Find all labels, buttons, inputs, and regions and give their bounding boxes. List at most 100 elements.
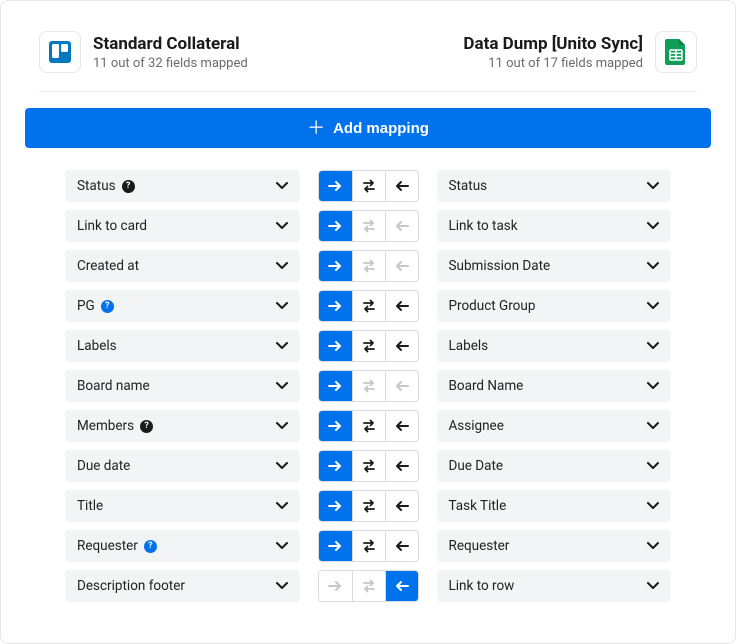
left-field-select[interactable]: Labels	[65, 330, 300, 362]
mapping-row: PG? Product Group	[65, 290, 671, 322]
direction-right-button[interactable]	[319, 491, 352, 521]
right-field-select[interactable]: Status	[437, 170, 672, 202]
direction-right-button[interactable]	[319, 291, 352, 321]
right-field-label: Status	[449, 178, 488, 194]
direction-right-button[interactable]	[319, 411, 352, 441]
left-field-select[interactable]: Due date	[65, 450, 300, 482]
direction-both-button[interactable]	[352, 491, 385, 521]
direction-left-button[interactable]	[385, 491, 418, 521]
chevron-down-icon	[647, 182, 659, 190]
direction-right-button[interactable]	[319, 171, 352, 201]
direction-both-button[interactable]	[352, 531, 385, 561]
right-field-select[interactable]: Link to row	[437, 570, 672, 602]
right-field-select[interactable]: Task Title	[437, 490, 672, 522]
direction-right-button[interactable]	[319, 371, 352, 401]
right-field-select[interactable]: Product Group	[437, 290, 672, 322]
right-field-select[interactable]: Due Date	[437, 450, 672, 482]
direction-toggle	[318, 530, 419, 562]
chevron-down-icon	[647, 342, 659, 350]
chevron-down-icon	[647, 262, 659, 270]
direction-both-button[interactable]	[352, 451, 385, 481]
chevron-down-icon	[647, 302, 659, 310]
direction-left-button[interactable]	[385, 531, 418, 561]
info-badge-icon[interactable]: ?	[122, 180, 135, 193]
right-field-label: Link to task	[449, 218, 518, 234]
info-badge-icon[interactable]: ?	[140, 420, 153, 433]
left-field-select[interactable]: Members?	[65, 410, 300, 442]
mapping-row: Members? Assignee	[65, 410, 671, 442]
chevron-down-icon	[276, 542, 288, 550]
mapping-row: Title Task Title	[65, 490, 671, 522]
left-field-select[interactable]: Requester?	[65, 530, 300, 562]
mapping-row: Requester? Requester	[65, 530, 671, 562]
chevron-down-icon	[276, 382, 288, 390]
direction-left-button	[385, 251, 418, 281]
chevron-down-icon	[647, 542, 659, 550]
right-field-select[interactable]: Assignee	[437, 410, 672, 442]
direction-toggle	[318, 250, 419, 282]
direction-toggle	[318, 410, 419, 442]
info-badge-icon[interactable]: ?	[144, 540, 157, 553]
right-field-label: Assignee	[449, 418, 504, 434]
direction-toggle	[318, 490, 419, 522]
left-tool-title: Standard Collateral	[93, 34, 248, 54]
chevron-down-icon	[647, 222, 659, 230]
direction-left-button[interactable]	[385, 571, 418, 601]
mapping-panel: Standard Collateral 11 out of 32 fields …	[0, 0, 736, 644]
direction-toggle	[318, 370, 419, 402]
right-field-label: Due Date	[449, 458, 504, 474]
divider	[39, 91, 697, 92]
left-field-select[interactable]: Status?	[65, 170, 300, 202]
chevron-down-icon	[647, 382, 659, 390]
direction-left-button[interactable]	[385, 291, 418, 321]
direction-both-button[interactable]	[352, 171, 385, 201]
direction-both-button[interactable]	[352, 331, 385, 361]
left-field-select[interactable]: Board name	[65, 370, 300, 402]
chevron-down-icon	[276, 182, 288, 190]
mapping-row: Created at Submission Date	[65, 250, 671, 282]
add-mapping-button[interactable]: ＋ Add mapping	[25, 108, 711, 148]
chevron-down-icon	[647, 422, 659, 430]
direction-left-button[interactable]	[385, 331, 418, 361]
google-sheets-icon	[655, 31, 697, 73]
direction-toggle	[318, 290, 419, 322]
direction-toggle	[318, 170, 419, 202]
right-tool-subtitle: 11 out of 17 fields mapped	[463, 56, 643, 71]
direction-toggle	[318, 570, 419, 602]
left-field-label: Title	[77, 498, 103, 514]
direction-right-button[interactable]	[319, 451, 352, 481]
direction-right-button[interactable]	[319, 251, 352, 281]
direction-right-button[interactable]	[319, 331, 352, 361]
mapping-row: Link to card Link to task	[65, 210, 671, 242]
direction-left-button	[385, 211, 418, 241]
direction-toggle	[318, 330, 419, 362]
left-field-select[interactable]: PG?	[65, 290, 300, 322]
left-field-select[interactable]: Title	[65, 490, 300, 522]
right-field-select[interactable]: Requester	[437, 530, 672, 562]
chevron-down-icon	[276, 462, 288, 470]
right-field-label: Link to row	[449, 578, 515, 594]
direction-both-button[interactable]	[352, 411, 385, 441]
direction-left-button	[385, 371, 418, 401]
left-field-select[interactable]: Description footer	[65, 570, 300, 602]
right-field-select[interactable]: Board Name	[437, 370, 672, 402]
plus-icon: ＋	[307, 119, 325, 137]
direction-right-button[interactable]	[319, 531, 352, 561]
left-field-select[interactable]: Created at	[65, 250, 300, 282]
left-field-select[interactable]: Link to card	[65, 210, 300, 242]
info-badge-icon[interactable]: ?	[101, 300, 114, 313]
left-field-label: Created at	[77, 258, 139, 274]
trello-icon	[39, 31, 81, 73]
direction-right-button[interactable]	[319, 211, 352, 241]
right-field-select[interactable]: Labels	[437, 330, 672, 362]
right-field-select[interactable]: Submission Date	[437, 250, 672, 282]
right-field-select[interactable]: Link to task	[437, 210, 672, 242]
left-field-label: Due date	[77, 458, 130, 474]
right-field-label: Task Title	[449, 498, 507, 514]
chevron-down-icon	[647, 582, 659, 590]
direction-both-button[interactable]	[352, 291, 385, 321]
direction-left-button[interactable]	[385, 451, 418, 481]
direction-left-button[interactable]	[385, 411, 418, 441]
direction-left-button[interactable]	[385, 171, 418, 201]
right-field-label: Labels	[449, 338, 489, 354]
